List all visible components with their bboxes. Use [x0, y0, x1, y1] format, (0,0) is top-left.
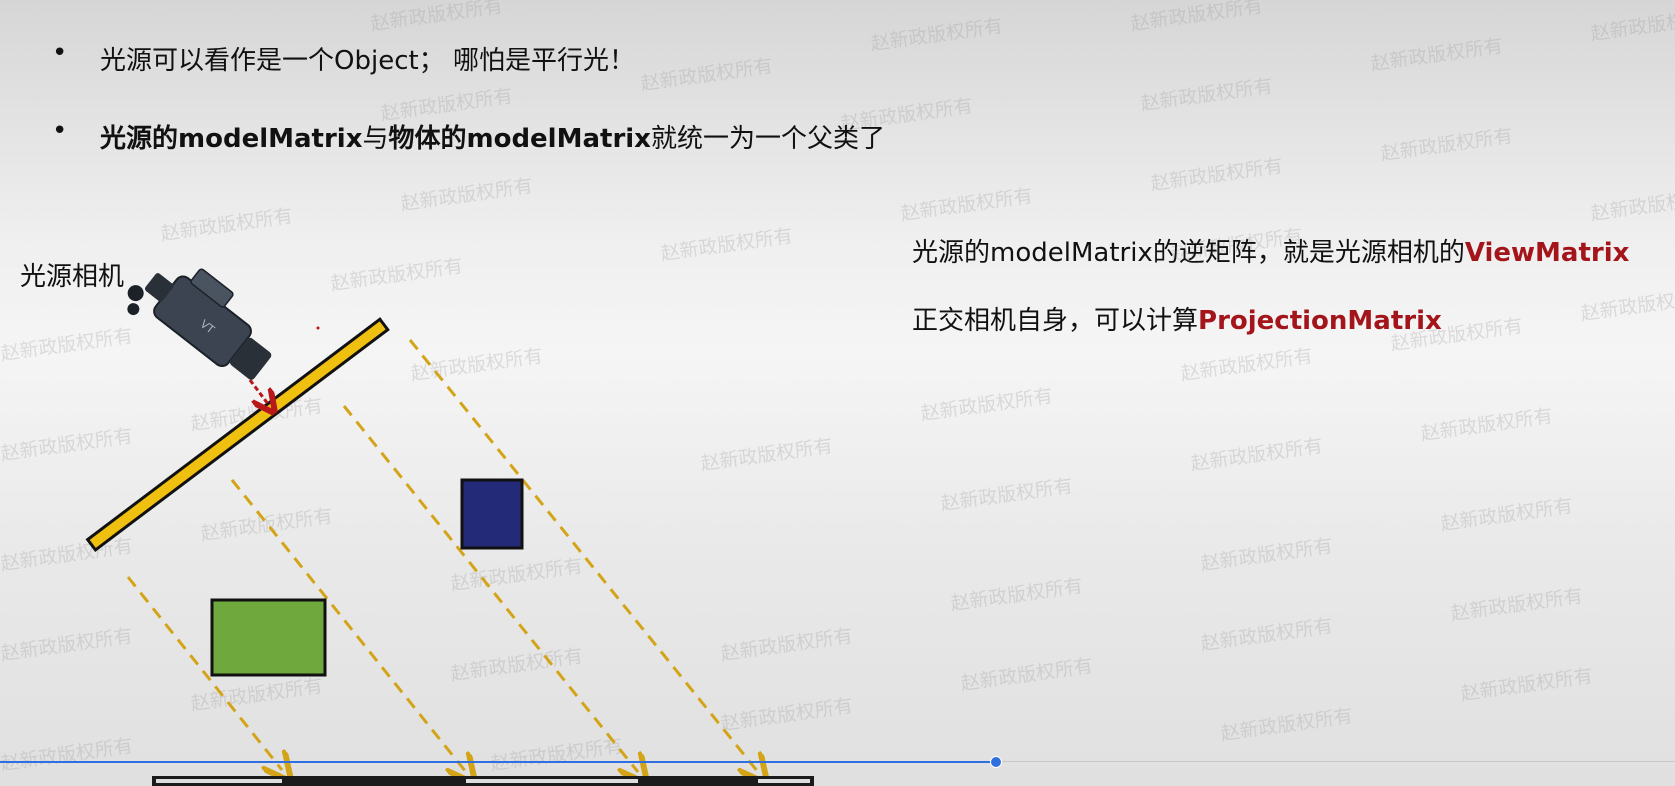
video-camera-icon: VT [127, 268, 272, 380]
shadow-diagram: VT [85, 268, 814, 786]
light-ray [408, 339, 758, 772]
video-progress-remaining[interactable] [1002, 761, 1675, 762]
camera-direction-arrow [248, 379, 268, 404]
video-progress-bar[interactable] [0, 761, 995, 763]
green-box [210, 598, 327, 677]
video-progress-handle[interactable] [990, 756, 1002, 768]
light-ray [342, 405, 638, 772]
blue-box [460, 478, 524, 550]
slide: 赵新政版权所有 赵新政版权所有 赵新政版权所有 赵新政版权所有 赵新政版权所有 赵新政版权… [0, 0, 1675, 786]
